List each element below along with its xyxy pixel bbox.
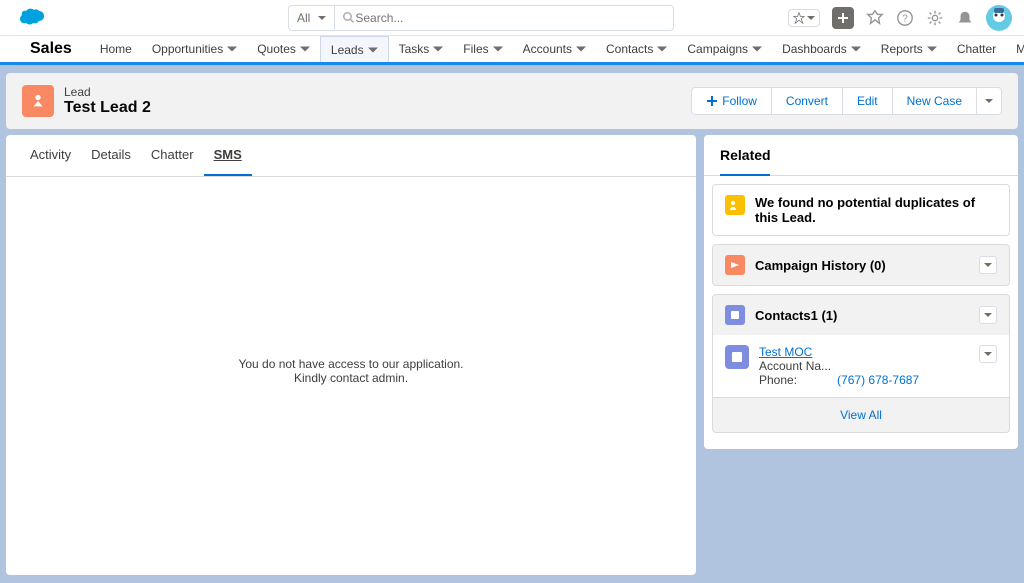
user-avatar[interactable] — [986, 5, 1012, 31]
contacts-title[interactable]: Contacts1 (1) — [755, 308, 837, 323]
sms-error-line2: Kindly contact admin. — [26, 371, 676, 385]
nav-item-contacts[interactable]: Contacts — [596, 36, 677, 62]
search-scope-dropdown[interactable]: All — [288, 5, 334, 31]
salesforce-logo — [12, 6, 48, 30]
tab-details[interactable]: Details — [81, 135, 141, 176]
setup-icon[interactable] — [926, 9, 944, 27]
nav-item-leads[interactable]: Leads — [320, 36, 389, 62]
contact-phone-label: Phone: — [759, 373, 797, 387]
nav-item-files[interactable]: Files — [453, 36, 512, 62]
chevron-down-icon — [851, 44, 861, 54]
record-header: Lead Test Lead 2 Follow Convert Edit New… — [6, 73, 1018, 129]
tab-activity[interactable]: Activity — [20, 135, 81, 176]
contacts-icon — [725, 305, 745, 325]
chevron-down-icon — [227, 44, 237, 54]
nav-item-more[interactable]: More — [1006, 36, 1024, 62]
edit-button[interactable]: Edit — [842, 87, 893, 115]
chevron-down-icon — [433, 44, 443, 54]
chevron-down-icon — [752, 44, 762, 54]
notifications-icon[interactable] — [956, 9, 974, 27]
campaign-history-title[interactable]: Campaign History (0) — [755, 258, 886, 273]
nav-item-opportunities[interactable]: Opportunities — [142, 36, 247, 62]
nav-item-campaigns[interactable]: Campaigns — [677, 36, 772, 62]
nav-item-dashboards[interactable]: Dashboards — [772, 36, 871, 62]
contacts-menu[interactable] — [979, 306, 997, 324]
related-tab[interactable]: Related — [704, 135, 1018, 176]
help-icon[interactable]: ? — [896, 9, 914, 27]
favorites-button[interactable] — [788, 9, 820, 27]
search-icon — [343, 12, 355, 24]
guidance-icon[interactable] — [866, 9, 884, 27]
nav-item-tasks[interactable]: Tasks — [389, 36, 454, 62]
nav-item-home[interactable]: Home — [90, 36, 142, 62]
new-case-button[interactable]: New Case — [892, 87, 977, 115]
contact-item-icon — [725, 345, 749, 369]
more-actions-button[interactable] — [976, 87, 1002, 115]
nav-item-chatter[interactable]: Chatter — [947, 36, 1006, 62]
duplicates-message: We found no potential duplicates of this… — [755, 195, 997, 225]
record-name: Test Lead 2 — [64, 99, 151, 117]
global-actions-button[interactable] — [832, 7, 854, 29]
contact-phone-link[interactable]: (767) 678-7687 — [837, 373, 919, 387]
app-name: Sales — [30, 40, 72, 58]
nav-item-quotes[interactable]: Quotes — [247, 36, 320, 62]
chevron-down-icon — [368, 45, 378, 55]
chevron-down-icon — [657, 44, 667, 54]
search-scope-label: All — [297, 11, 310, 25]
chevron-down-icon — [927, 44, 937, 54]
tab-sms[interactable]: SMS — [204, 135, 252, 176]
contact-account-label: Account Na... — [759, 359, 969, 373]
contact-row-menu[interactable] — [979, 345, 997, 363]
convert-button[interactable]: Convert — [771, 87, 843, 115]
lead-icon — [22, 85, 54, 117]
view-all-link[interactable]: View All — [713, 397, 1009, 432]
tab-chatter[interactable]: Chatter — [141, 135, 204, 176]
record-object-label: Lead — [64, 85, 151, 99]
nav-item-reports[interactable]: Reports — [871, 36, 947, 62]
chevron-down-icon — [493, 44, 503, 54]
search-input[interactable] — [355, 11, 665, 25]
app-launcher-icon[interactable] — [12, 39, 16, 59]
campaign-icon — [725, 255, 745, 275]
sms-error-line1: You do not have access to our applicatio… — [26, 357, 676, 371]
chevron-down-icon — [576, 44, 586, 54]
campaign-history-menu[interactable] — [979, 256, 997, 274]
nav-item-accounts[interactable]: Accounts — [513, 36, 596, 62]
svg-text:?: ? — [902, 13, 908, 24]
follow-button[interactable]: Follow — [691, 87, 772, 115]
contact-name-link[interactable]: Test MOC — [759, 345, 969, 359]
duplicates-icon — [725, 195, 745, 215]
chevron-down-icon — [300, 44, 310, 54]
